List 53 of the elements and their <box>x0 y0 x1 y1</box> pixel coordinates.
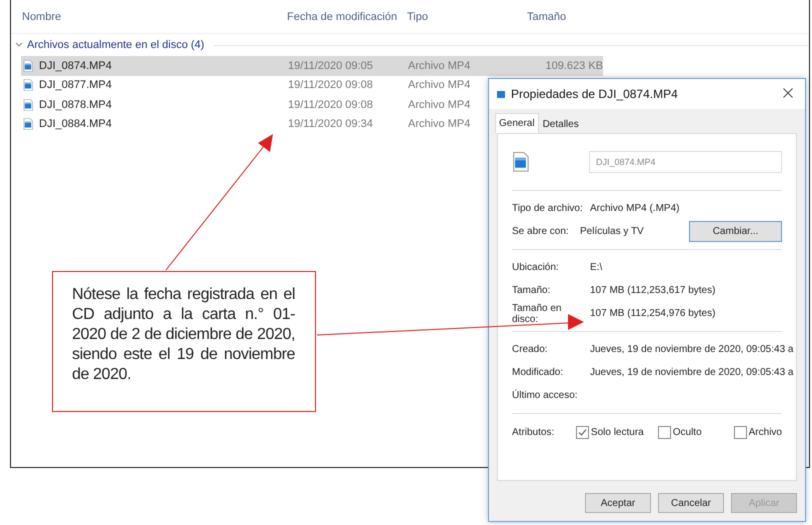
property-value: E:\ <box>590 262 604 273</box>
type-cell: Archivo MP4 <box>408 118 470 130</box>
column-header[interactable]: Nombre <box>22 10 287 22</box>
attribute-checkbox[interactable]: Oculto <box>658 426 702 438</box>
checkmark-icon <box>578 428 587 436</box>
property-label: Tipo de archivo: <box>512 203 584 214</box>
dialog-title: Propiedades de DJI_0874.MP4 <box>511 87 679 101</box>
file-name: DJI_0874.MP4 <box>39 60 112 72</box>
video-file-icon <box>512 151 529 173</box>
file-name: DJI_0877.MP4 <box>39 79 112 92</box>
file-name-field[interactable]: DJI_0874.MP4 <box>588 151 782 173</box>
property-label: Ubicación: <box>512 262 560 273</box>
dialog-button[interactable]: Aceptar <box>585 493 651 513</box>
type-cell: Archivo MP4 <box>408 60 470 72</box>
property-label: Tamaño: <box>512 285 552 296</box>
size-cell: 109.623 KB <box>546 60 603 72</box>
property-label: Modificado: <box>512 367 564 378</box>
property-value: Jueves, 19 de noviembre de 2020, 09:05:43 a <box>590 344 794 355</box>
video-file-icon <box>23 79 33 92</box>
property-value: Jueves, 19 de noviembre de 2020, 09:05:43 a <box>590 367 794 378</box>
column-header[interactable]: Tipo <box>407 10 527 22</box>
annotation-text: Nótese la fecha registrada en el CD adjunto a la carta n.° 01-2020 de 2 de diciembre de 2020, siendo este el 19 de noviembre de 2020. <box>72 285 295 385</box>
chevron-icon[interactable] <box>15 42 23 48</box>
group-header[interactable]: Archivos actualmente en el disco (4) <box>27 39 204 51</box>
attribute-checkbox[interactable]: Solo lectura <box>576 426 644 438</box>
date-cell: 19/11/2020 09:05 <box>288 60 373 72</box>
date-cell: 19/11/2020 09:08 <box>288 79 373 92</box>
property-label: Tamaño en disco: <box>512 302 562 324</box>
file-name: DJI_0878.MP4 <box>39 98 112 111</box>
property-value: 107 MB (112,254,976 bytes) <box>590 308 716 319</box>
dialog-button[interactable]: Cancelar <box>658 493 724 513</box>
video-file-icon <box>23 60 33 72</box>
change-button[interactable]: Cambiar... <box>689 221 782 242</box>
date-cell: 19/11/2020 09:08 <box>288 98 373 111</box>
video-file-icon <box>497 89 505 99</box>
attribute-checkbox[interactable]: Archivo <box>734 426 782 438</box>
column-header[interactable]: Tamaño <box>527 10 617 22</box>
close-icon <box>783 88 793 98</box>
property-label: Creado: <box>512 344 549 355</box>
file-row[interactable]: DJI_0874.MP4 19/11/2020 09:05 Archivo MP4 109.623 KB <box>21 56 603 76</box>
file-name: DJI_0884.MP4 <box>39 118 112 130</box>
video-file-icon <box>23 98 33 111</box>
tab[interactable]: General <box>495 113 539 133</box>
column-header[interactable]: Fecha de modificación <box>287 10 407 22</box>
date-cell: 19/11/2020 09:34 <box>288 118 373 130</box>
property-value: Películas y TV <box>580 226 644 237</box>
type-cell: Archivo MP4 <box>408 79 470 92</box>
video-file-icon <box>23 118 33 130</box>
property-value: 107 MB (112,253,617 bytes) <box>590 285 716 296</box>
property-label: Último acceso: <box>512 390 579 401</box>
property-label: Atributos: <box>512 426 556 438</box>
type-cell: Archivo MP4 <box>408 98 470 111</box>
property-value: Archivo MP4 (.MP4) <box>590 203 680 214</box>
